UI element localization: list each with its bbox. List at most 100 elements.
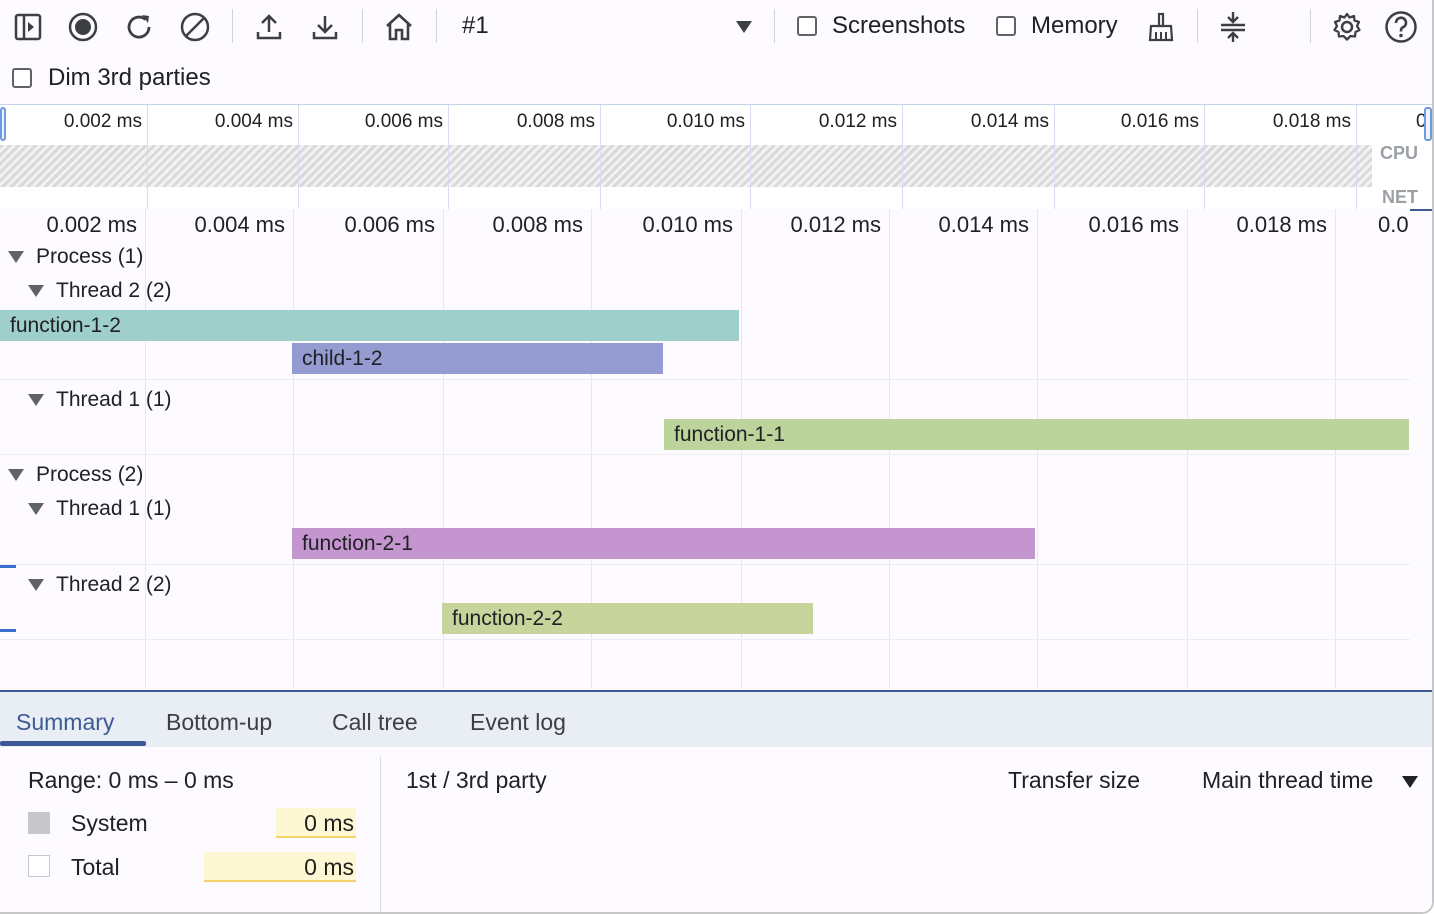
flame-tick-label: 0.018 ms <box>1236 212 1328 237</box>
flame-tick-label: 0.012 ms <box>790 212 882 237</box>
flame-tick-label: 0.0 <box>1378 212 1409 237</box>
overview-tick-label: 0.004 ms <box>214 111 293 132</box>
overview-tick-label: 0.006 ms <box>364 111 443 132</box>
process-2-thread-1-group[interactable]: Thread 1 (1) <box>28 497 172 521</box>
overview-tick-label: 0.012 ms <box>818 111 897 132</box>
transfer-size-column-header[interactable]: Transfer size <box>1008 767 1140 794</box>
recording-select[interactable]: #1 <box>462 12 489 40</box>
overview-right-handle[interactable] <box>1424 107 1432 141</box>
process-1-thread-1-group[interactable]: Thread 1 (1) <box>28 388 172 412</box>
party-column-header[interactable]: 1st / 3rd party <box>406 767 547 794</box>
expand-triangle-icon[interactable] <box>28 579 44 591</box>
process-1-thread-2-group[interactable]: Thread 2 (2) <box>28 279 172 303</box>
overview-left-handle[interactable] <box>0 107 6 141</box>
dropdown-arrow-icon[interactable] <box>736 21 752 33</box>
group-label: Process (1) <box>36 245 144 268</box>
tab-bottom-up[interactable]: Bottom-up <box>166 692 272 747</box>
sort-descending-icon[interactable] <box>1402 776 1418 788</box>
range-text: Range: 0 ms – 0 ms <box>28 767 234 793</box>
details-tabbar: Summary Bottom-up Call tree Event log <box>0 690 1432 747</box>
overview-gridline <box>600 105 601 209</box>
toolbar-divider <box>232 9 233 43</box>
row-divider <box>0 454 1410 455</box>
process-1-group[interactable]: Process (1) <box>8 245 143 269</box>
event-child-1-2[interactable]: child-1-2 <box>292 343 663 374</box>
row-divider <box>0 564 1410 565</box>
active-tab-indicator <box>0 741 146 746</box>
overview-tick-label: 0.010 ms <box>666 111 745 132</box>
flame-tick-label: 0.004 ms <box>194 212 286 237</box>
tab-event-log[interactable]: Event log <box>470 692 566 747</box>
cpu-activity-track <box>0 145 1372 187</box>
process-2-thread-2-group[interactable]: Thread 2 (2) <box>28 573 172 597</box>
system-label: System <box>71 810 148 836</box>
overview-tick-label: 0.002 ms <box>63 111 142 132</box>
flame-tick-label: 0.008 ms <box>492 212 584 237</box>
event-function-1-1[interactable]: function-1-1 <box>664 419 1409 450</box>
cpu-label: CPU <box>1380 143 1419 163</box>
overview-gridline <box>448 105 449 209</box>
dim-3rd-parties-label: Dim 3rd parties <box>48 64 211 91</box>
expand-triangle-icon[interactable] <box>8 251 24 263</box>
overview-gridline <box>1054 105 1055 209</box>
expand-triangle-icon[interactable] <box>8 469 24 481</box>
toolbar-divider <box>774 9 775 43</box>
screenshots-label: Screenshots <box>832 12 966 39</box>
flame-chart[interactable]: 0.002 ms 0.004 ms 0.006 ms 0.008 ms 0.01… <box>0 209 1410 689</box>
group-label: Process (2) <box>36 463 144 486</box>
row-divider <box>0 639 1410 640</box>
overview-tick-label: 0.018 ms <box>1272 111 1351 132</box>
flame-tick-label: 0.014 ms <box>938 212 1030 237</box>
tab-summary[interactable]: Summary <box>16 692 114 747</box>
flame-tick-label: 0.016 ms <box>1088 212 1180 237</box>
memory-label: Memory <box>1031 12 1118 39</box>
screenshots-checkbox[interactable] <box>797 16 817 36</box>
timeline-overview[interactable]: 0.002 ms 0.004 ms 0.006 ms 0.008 ms 0.01… <box>0 104 1432 211</box>
group-label: Thread 2 (2) <box>56 279 172 302</box>
collapse-icon[interactable] <box>1214 8 1252 46</box>
toolbar-divider <box>1310 9 1311 43</box>
net-label: NET <box>1382 187 1418 207</box>
system-value: 0 ms <box>276 808 356 838</box>
record-icon[interactable] <box>64 8 102 46</box>
memory-checkbox[interactable] <box>996 16 1016 36</box>
clear-icon[interactable] <box>176 8 214 46</box>
toolbar-divider <box>1197 9 1198 43</box>
main-thread-time-column-header[interactable]: Main thread time <box>1202 767 1373 794</box>
upload-icon[interactable] <box>250 8 288 46</box>
overview-gridline <box>902 105 903 209</box>
total-label: Total <box>71 854 120 880</box>
toggle-sidebar-icon[interactable] <box>9 8 47 46</box>
home-icon[interactable] <box>380 8 418 46</box>
flame-tick-label: 0.010 ms <box>642 212 734 237</box>
expand-triangle-icon[interactable] <box>28 285 44 297</box>
event-function-2-2[interactable]: function-2-2 <box>442 603 813 634</box>
system-swatch <box>28 812 50 834</box>
overview-tick-label: 0.008 ms <box>516 111 595 132</box>
reload-record-icon[interactable] <box>120 8 158 46</box>
row-divider <box>0 379 1410 380</box>
overview-tick-label: 0.016 ms <box>1120 111 1199 132</box>
summary-divider <box>380 757 381 912</box>
help-icon[interactable] <box>1382 8 1420 46</box>
event-function-2-1[interactable]: function-2-1 <box>292 528 1035 559</box>
flame-gridline <box>293 209 294 689</box>
event-function-1-2[interactable]: function-1-2 <box>0 310 739 341</box>
garbage-collect-icon[interactable] <box>1142 8 1180 46</box>
download-icon[interactable] <box>306 8 344 46</box>
process-2-group[interactable]: Process (2) <box>8 463 143 487</box>
group-label: Thread 1 (1) <box>56 497 172 520</box>
toolbar-divider <box>436 9 437 43</box>
flame-tick-label: 0.006 ms <box>344 212 436 237</box>
overview-gridline <box>750 105 751 209</box>
tab-call-tree[interactable]: Call tree <box>332 692 418 747</box>
expand-triangle-icon[interactable] <box>28 503 44 515</box>
group-label: Thread 1 (1) <box>56 388 172 411</box>
overview-gridline <box>1356 105 1357 209</box>
dim-3rd-parties-checkbox[interactable] <box>12 68 32 88</box>
overview-tick-label: 0.014 ms <box>970 111 1049 132</box>
group-label: Thread 2 (2) <box>56 573 172 596</box>
summary-pane: Range: 0 ms – 0 ms System 0 ms Total 0 m… <box>0 747 1432 912</box>
gear-icon[interactable] <box>1328 8 1366 46</box>
expand-triangle-icon[interactable] <box>28 394 44 406</box>
